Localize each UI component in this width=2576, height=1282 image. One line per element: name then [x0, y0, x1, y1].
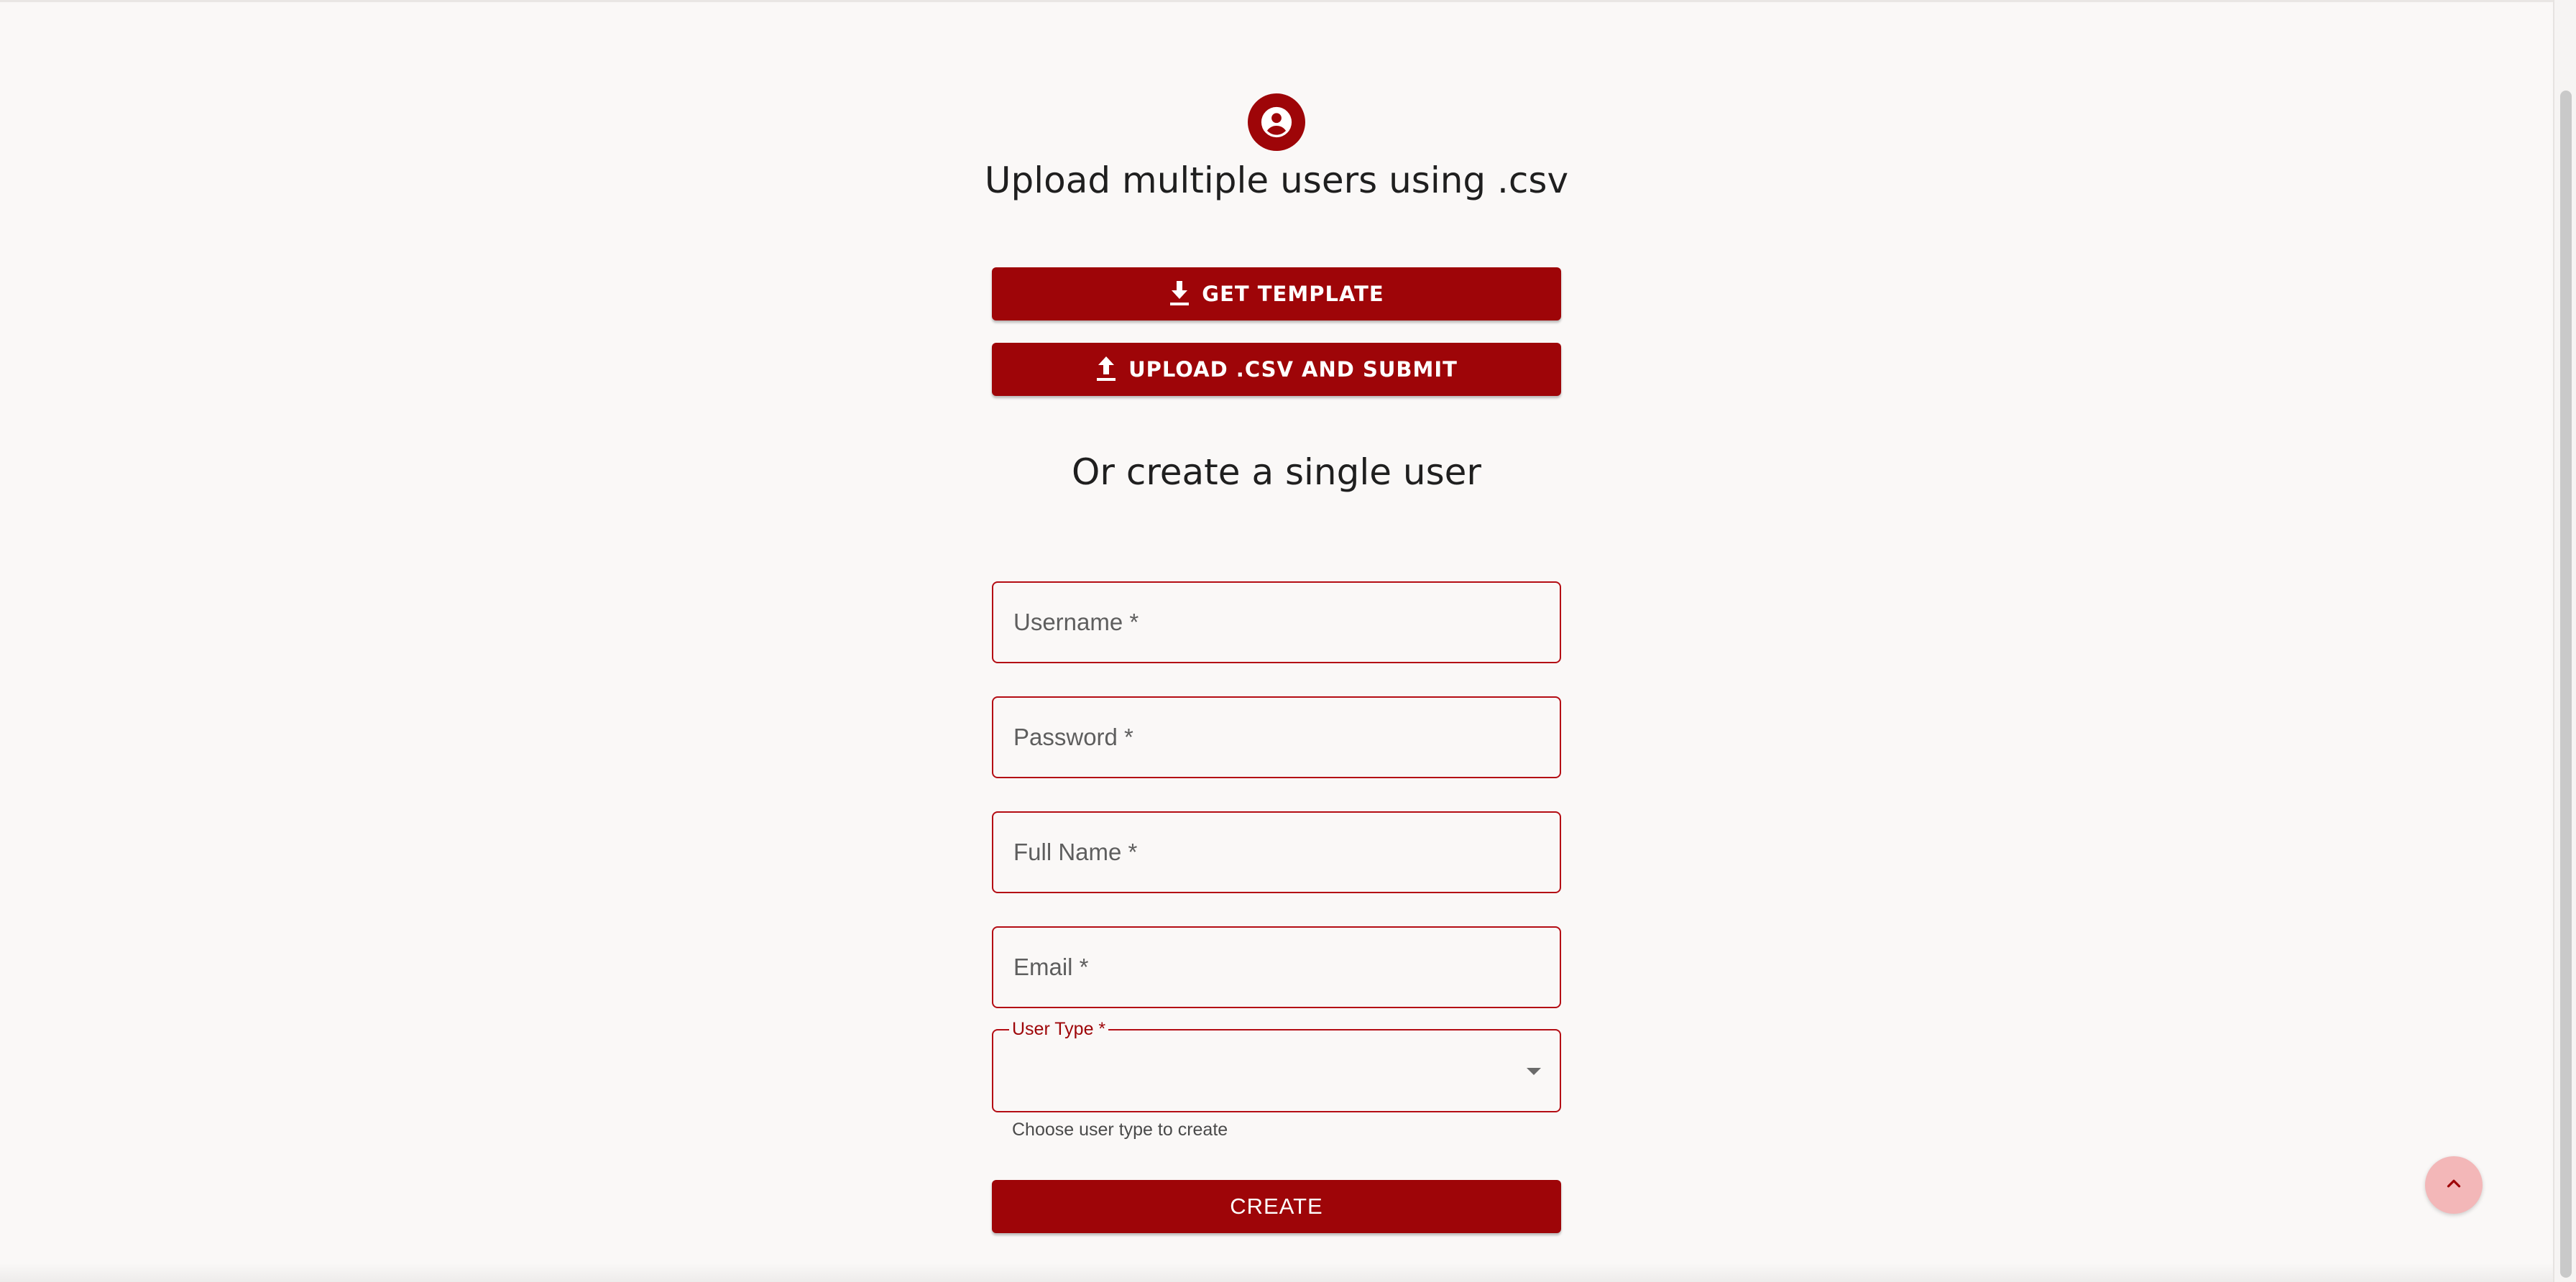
page: Upload multiple users using .csv GET TEM…	[0, 0, 2576, 1282]
password-field[interactable]: Password *	[992, 696, 1561, 778]
page-title: Upload multiple users using .csv	[984, 160, 1569, 201]
scrollbar-thumb[interactable]	[2560, 91, 2572, 1278]
password-label: Password *	[1013, 724, 1133, 750]
username-field[interactable]: Username *	[992, 581, 1561, 663]
full-name-field[interactable]: Full Name *	[992, 811, 1561, 893]
top-border	[0, 0, 2553, 2]
scroll-to-top-button[interactable]	[2425, 1156, 2483, 1214]
create-label: CREATE	[1230, 1194, 1323, 1219]
get-template-button[interactable]: GET TEMPLATE	[992, 267, 1561, 320]
username-label: Username *	[1013, 609, 1139, 635]
user-type-label: User Type *	[1009, 1019, 1109, 1039]
full-name-label: Full Name *	[1013, 839, 1138, 865]
chevron-down-icon[interactable]	[1527, 1068, 1541, 1075]
upload-icon	[1095, 356, 1117, 382]
user-type-select[interactable]	[992, 1029, 1561, 1112]
upload-csv-button[interactable]: UPLOAD .CSV AND SUBMIT	[992, 343, 1561, 396]
user-type-helper-text: Choose user type to create	[1012, 1120, 1228, 1140]
upload-csv-label: UPLOAD .CSV AND SUBMIT	[1128, 357, 1458, 382]
email-field[interactable]: Email *	[992, 926, 1561, 1008]
section-title: Or create a single user	[1072, 451, 1481, 493]
bottom-shadow	[0, 1263, 2553, 1282]
email-label: Email *	[1013, 954, 1089, 980]
create-button[interactable]: CREATE	[992, 1180, 1561, 1233]
account-circle-icon	[1248, 93, 1305, 151]
chevron-up-icon	[2443, 1173, 2465, 1197]
download-icon	[1169, 281, 1190, 307]
vertical-scrollbar[interactable]	[2553, 0, 2576, 1282]
get-template-label: GET TEMPLATE	[1202, 282, 1384, 306]
